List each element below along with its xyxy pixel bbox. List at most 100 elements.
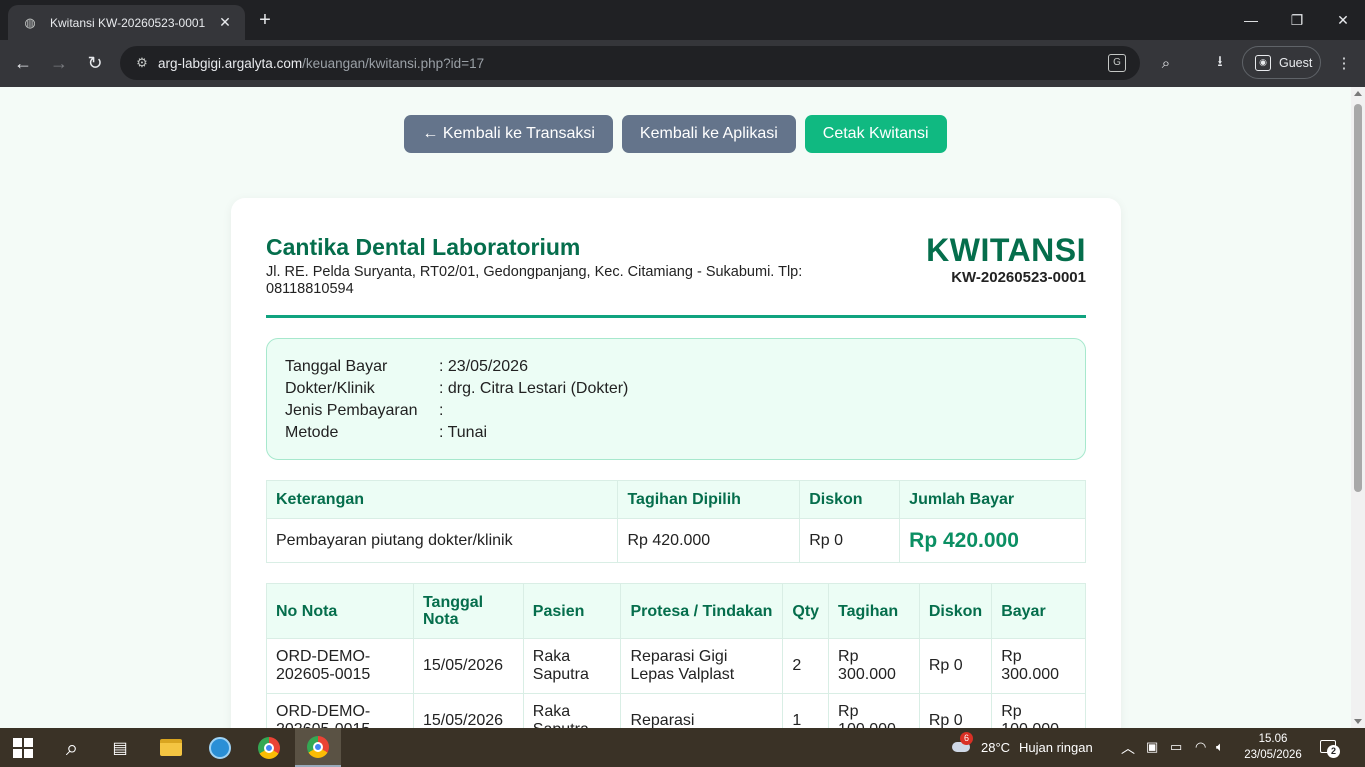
restore-button[interactable]: ❐ xyxy=(1274,0,1320,40)
back-button[interactable]: ← xyxy=(9,50,37,76)
chevron-up-icon[interactable]: ︿ xyxy=(1121,738,1135,758)
column-header: Protesa / Tindakan xyxy=(620,583,784,639)
table-cell: 1 xyxy=(782,693,830,728)
table-cell: 15/05/2026 xyxy=(412,638,524,694)
scroll-down-icon[interactable] xyxy=(1354,719,1362,724)
column-header: Tagihan Dipilih xyxy=(617,480,801,519)
info-value: : drg. Citra Lestari (Dokter) xyxy=(439,380,629,397)
back-to-transactions-button[interactable]: ← Kembali ke Transaksi xyxy=(404,115,613,153)
selected-bill-cell: Rp 420.000 xyxy=(617,518,801,563)
volume-icon[interactable]: 🔈︎ xyxy=(1216,739,1224,755)
info-value: : xyxy=(439,402,444,419)
details-table: No Nota Tanggal Nota Pasien Protesa / Ti… xyxy=(266,583,1086,728)
summary-table: Keterangan Tagihan Dipilih Diskon Jumlah… xyxy=(265,480,1086,563)
network-app-icon[interactable] xyxy=(197,728,243,767)
meet-icon[interactable]: ▣ xyxy=(1146,739,1158,755)
company-address: Jl. RE. Pelda Suryanta, RT02/01, Gedongp… xyxy=(266,264,803,297)
chrome-active-taskbar-icon[interactable] xyxy=(295,728,341,767)
menu-icon[interactable]: ⋮ xyxy=(1333,52,1355,74)
weather-description[interactable]: Hujan ringan xyxy=(1019,740,1093,755)
translate-icon[interactable]: G xyxy=(1108,54,1126,72)
table-header-row: Keterangan Tagihan Dipilih Diskon Jumlah… xyxy=(265,480,1086,519)
windows-icon xyxy=(13,737,33,758)
info-row: Jenis Pembayaran : xyxy=(285,400,1067,422)
company-name: Cantika Dental Laboratorium xyxy=(266,234,581,260)
info-label: Metode xyxy=(285,424,339,441)
weather-badge: 6 xyxy=(960,732,973,745)
table-cell: Rp 300.000 xyxy=(991,638,1086,694)
receipt-number: KW-20260523-0001 xyxy=(951,269,1086,286)
address-bar[interactable]: ⚙ arg-labgigi.argalyta.com/keuangan/kwit… xyxy=(120,46,1140,80)
tab-title: Kwitansi KW-20260523-0001 xyxy=(50,15,206,30)
lens-search-icon[interactable]: ⌕ xyxy=(1155,52,1177,74)
column-header: Pasien xyxy=(522,583,622,639)
site-info-icon[interactable]: ⚙ xyxy=(128,55,156,71)
info-label: Dokter/Klinik xyxy=(285,380,375,397)
table-row: Pembayaran piutang dokter/klinik Rp 420.… xyxy=(265,518,1086,563)
start-button[interactable] xyxy=(0,728,46,767)
company-header: Cantika Dental Laboratorium Jl. RE. Peld… xyxy=(266,234,886,298)
page-scrollbar[interactable] xyxy=(1351,87,1365,728)
file-explorer-icon[interactable] xyxy=(148,728,194,767)
discount-cell: Rp 0 xyxy=(799,518,901,563)
reload-button[interactable]: ↻ xyxy=(81,50,109,76)
receipt-card: Cantika Dental Laboratorium Jl. RE. Peld… xyxy=(231,198,1121,728)
print-receipt-button[interactable]: Cetak Kwitansi xyxy=(804,115,947,153)
globe-icon: ◍ xyxy=(24,14,36,30)
browser-tab[interactable]: ◍ Kwitansi KW-20260523-0001 ✕ xyxy=(8,5,245,40)
column-header: No Nota xyxy=(266,583,414,639)
info-row: Metode : Tunai xyxy=(285,422,1067,444)
battery-icon[interactable]: ▭ xyxy=(1170,739,1182,755)
page-viewport: ← Kembali ke Transaksi Kembali ke Aplika… xyxy=(0,87,1351,728)
table-cell: Raka Saputra xyxy=(522,638,622,694)
info-label: Jenis Pembayaran xyxy=(285,402,418,419)
column-header: Bayar xyxy=(991,583,1086,639)
chrome-taskbar-icon[interactable] xyxy=(246,728,292,767)
scrollbar-thumb[interactable] xyxy=(1354,104,1362,492)
notification-icon[interactable]: 2 xyxy=(1318,738,1340,758)
forward-button[interactable]: → xyxy=(45,50,73,76)
column-header: Qty xyxy=(782,583,830,639)
clock-time: 15.06 xyxy=(1258,733,1288,745)
back-to-app-button[interactable]: Kembali ke Aplikasi xyxy=(621,115,796,153)
table-cell: ORD-DEMO-202605-0015 xyxy=(266,693,414,728)
scroll-up-icon[interactable] xyxy=(1354,91,1362,96)
table-cell: Reparasi Gigi Lepas Valplast xyxy=(620,638,784,694)
receipt-title: KWITANSI xyxy=(926,232,1086,268)
table-cell: ORD-DEMO-202605-0015 xyxy=(266,638,414,694)
table-cell: Reparasi xyxy=(620,693,784,728)
column-header: Tagihan xyxy=(828,583,920,639)
wifi-icon[interactable]: ◠ xyxy=(1195,739,1206,755)
new-tab-button[interactable]: + xyxy=(254,8,276,32)
url-text: arg-labgigi.argalyta.com/keuangan/kwitan… xyxy=(158,55,485,71)
receipt-header: KWITANSI KW-20260523-0001 xyxy=(926,234,1086,286)
info-value: : 23/05/2026 xyxy=(439,358,528,375)
profile-button[interactable]: ◉ Guest xyxy=(1242,46,1321,79)
close-tab-icon[interactable]: ✕ xyxy=(215,14,235,31)
profile-label: Guest xyxy=(1279,55,1313,70)
column-header: Diskon xyxy=(918,583,993,639)
description-cell: Pembayaran piutang dokter/klinik xyxy=(265,518,619,563)
table-cell: Rp 100.000 xyxy=(991,693,1086,728)
close-window-button[interactable]: ✕ xyxy=(1320,0,1365,40)
table-cell: 15/05/2026 xyxy=(412,693,524,728)
download-icon[interactable]: ⭳ xyxy=(1209,52,1231,74)
minimize-button[interactable]: — xyxy=(1228,0,1274,40)
weather-icon[interactable]: 6 xyxy=(950,732,973,754)
system-clock[interactable]: 15.06 23/05/2026 xyxy=(1240,731,1306,763)
info-row: Tanggal Bayar : 23/05/2026 xyxy=(285,356,1067,378)
table-cell: 2 xyxy=(782,638,830,694)
column-header: Keterangan xyxy=(265,480,619,519)
info-label: Tanggal Bayar xyxy=(285,358,388,375)
table-cell: Rp 300.000 xyxy=(828,638,920,694)
table-cell: Rp 100.000 xyxy=(828,693,920,728)
tab-strip: ◍ Kwitansi KW-20260523-0001 ✕ + — ❐ ✕ xyxy=(0,0,1365,40)
column-header: Diskon xyxy=(799,480,901,519)
weather-temp[interactable]: 28°C xyxy=(981,740,1010,755)
task-view-icon[interactable]: ▤ xyxy=(97,728,143,767)
search-icon[interactable]: ⌕ xyxy=(49,728,95,767)
chrome-icon xyxy=(307,735,329,758)
column-header: Jumlah Bayar xyxy=(899,480,1086,519)
info-row: Dokter/Klinik : drg. Citra Lestari (Dokt… xyxy=(285,378,1067,400)
action-bar: ← Kembali ke Transaksi Kembali ke Aplika… xyxy=(0,115,1351,153)
